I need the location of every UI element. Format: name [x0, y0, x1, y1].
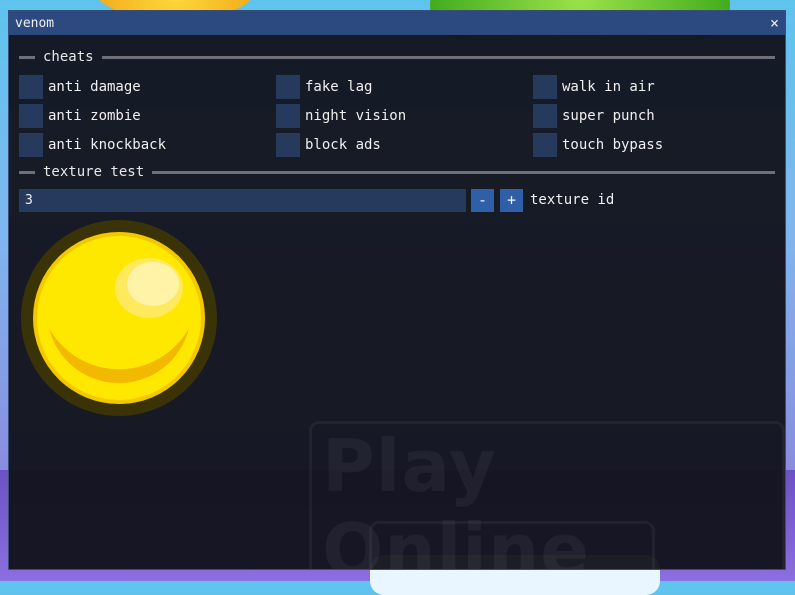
cheat-anti-zombie[interactable]: anti zombie [19, 104, 141, 128]
texture-id-label: texture id [530, 192, 615, 208]
cheat-label: night vision [305, 108, 407, 124]
separator-line [19, 170, 35, 174]
checkbox[interactable] [533, 104, 557, 128]
checkbox[interactable] [533, 133, 557, 157]
section-title-texture-test: texture test [43, 164, 145, 180]
cheat-label: anti knockback [48, 137, 167, 153]
window-titlebar[interactable]: venom × [9, 11, 785, 35]
window-title: venom [15, 15, 55, 31]
cheat-anti-damage[interactable]: anti damage [19, 75, 141, 99]
cheat-label: super punch [562, 108, 655, 124]
cheat-anti-knockback[interactable]: anti knockback [19, 133, 166, 157]
checkbox[interactable] [533, 75, 557, 99]
section-header-texture-test: texture test [19, 164, 775, 180]
cheat-block-ads[interactable]: block ads [276, 133, 381, 157]
section-title-cheats: cheats [43, 49, 94, 65]
background-options-text [369, 521, 655, 569]
texture-id-input[interactable]: 3 [19, 189, 466, 212]
checkbox[interactable] [276, 104, 300, 128]
checkbox[interactable] [276, 75, 300, 99]
cheat-touch-bypass[interactable]: touch bypass [533, 133, 663, 157]
cheat-label: block ads [305, 137, 381, 153]
close-icon[interactable]: × [770, 15, 779, 31]
separator-line [101, 55, 775, 59]
checkbox[interactable] [19, 104, 43, 128]
venom-window[interactable]: venom × Play Online cheats anti damage f… [8, 10, 786, 570]
separator-line [19, 55, 35, 59]
cheat-label: anti zombie [48, 108, 141, 124]
cheat-walk-in-air[interactable]: walk in air [533, 75, 655, 99]
checkbox[interactable] [276, 133, 300, 157]
cheat-fake-lag[interactable]: fake lag [276, 75, 372, 99]
yellow-orb-icon [19, 218, 219, 418]
decrement-button[interactable]: - [471, 189, 494, 212]
increment-button[interactable]: + [500, 189, 523, 212]
cheat-label: touch bypass [562, 137, 664, 153]
cheat-label: walk in air [562, 79, 655, 95]
cheat-super-punch[interactable]: super punch [533, 104, 655, 128]
cheat-night-vision[interactable]: night vision [276, 104, 406, 128]
separator-line [152, 170, 775, 174]
cheat-label: anti damage [48, 79, 141, 95]
checkbox[interactable] [19, 133, 43, 157]
cheat-label: fake lag [305, 79, 373, 95]
checkbox[interactable] [19, 75, 43, 99]
section-header-cheats: cheats [19, 49, 775, 65]
